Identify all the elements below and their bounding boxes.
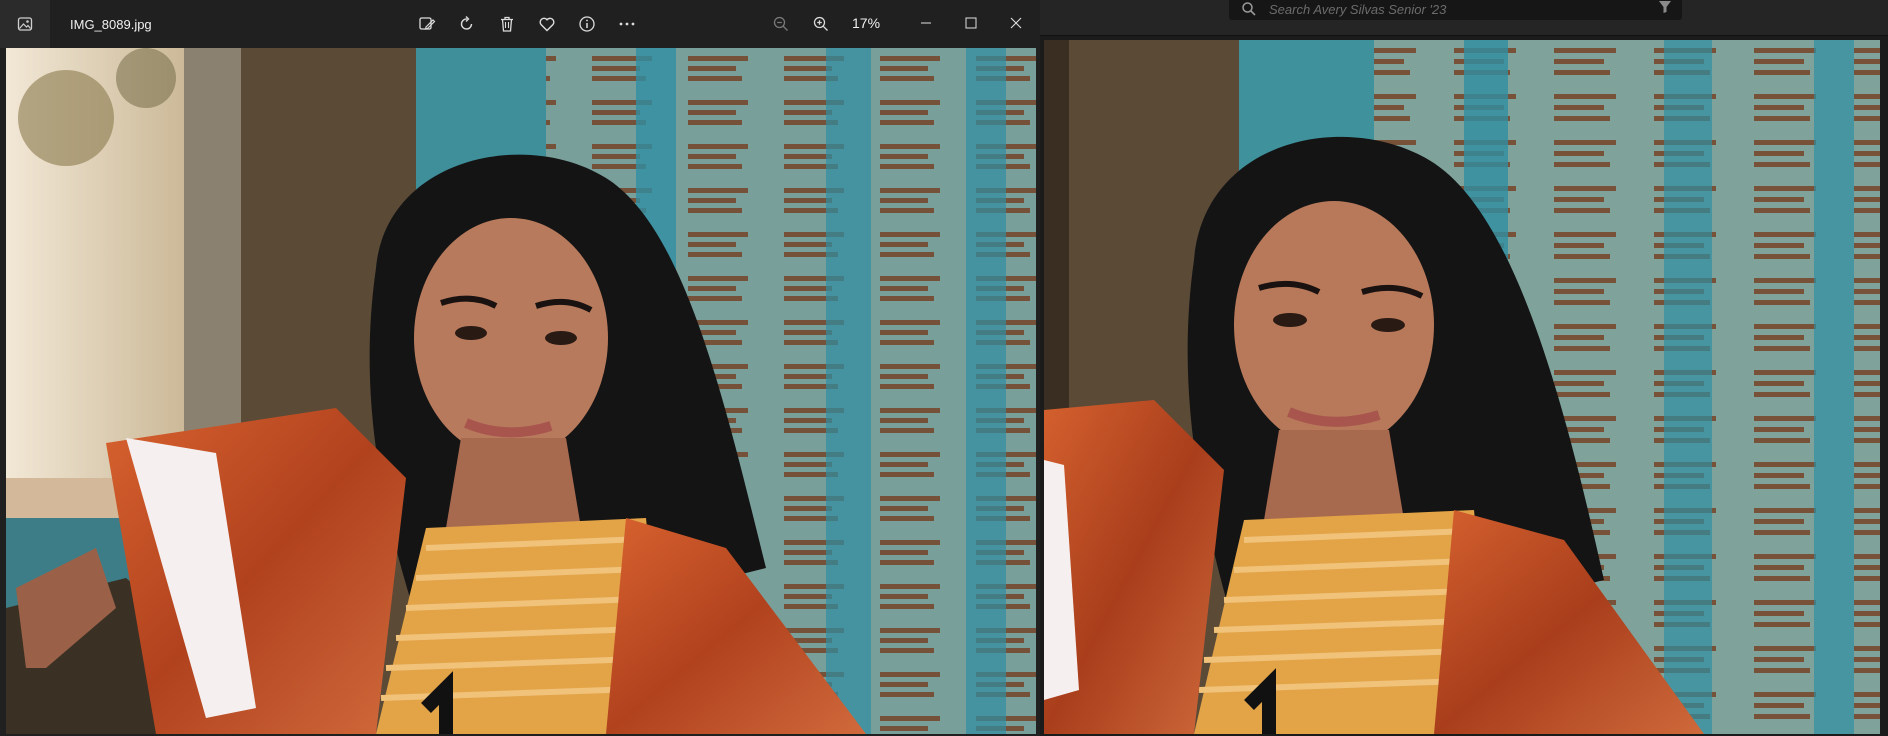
editor-window: Search Avery Silvas Senior '23: [1040, 0, 1888, 736]
photo-viewer-window: IMG_8089.jpg 17%: [0, 0, 1040, 736]
favorite-icon[interactable]: [532, 10, 562, 38]
delete-icon[interactable]: [492, 10, 522, 38]
editor-topbar: Search Avery Silvas Senior '23: [1040, 0, 1888, 36]
desktop: IMG_8089.jpg 17% Search Avery Silvas Sen…: [0, 0, 1888, 736]
file-name: IMG_8089.jpg: [70, 16, 152, 32]
portrait-photo-right: [1044, 40, 1880, 734]
photos-app-icon[interactable]: [0, 0, 50, 48]
main-photo[interactable]: [6, 48, 1036, 734]
more-icon[interactable]: [612, 10, 642, 38]
search-placeholder: Search Avery Silvas Senior '23: [1269, 1, 1447, 17]
edited-photo[interactable]: [1044, 40, 1880, 734]
minimize-icon[interactable]: [906, 6, 946, 40]
zoom-out-icon[interactable]: [766, 10, 796, 38]
zoom-level[interactable]: 17%: [852, 15, 880, 31]
filter-icon[interactable]: [1658, 0, 1680, 16]
edit-image-icon[interactable]: [412, 10, 442, 38]
zoom-in-icon[interactable]: [806, 10, 836, 38]
maximize-icon[interactable]: [951, 6, 991, 40]
portrait-photo-left: [6, 48, 1036, 734]
close-icon[interactable]: [996, 6, 1036, 40]
viewer-titlebar: IMG_8089.jpg 17%: [0, 0, 1040, 48]
search-input[interactable]: Search Avery Silvas Senior '23: [1229, 0, 1682, 20]
info-icon[interactable]: [572, 10, 602, 38]
rotate-icon[interactable]: [452, 10, 482, 38]
search-icon: [1242, 2, 1256, 16]
